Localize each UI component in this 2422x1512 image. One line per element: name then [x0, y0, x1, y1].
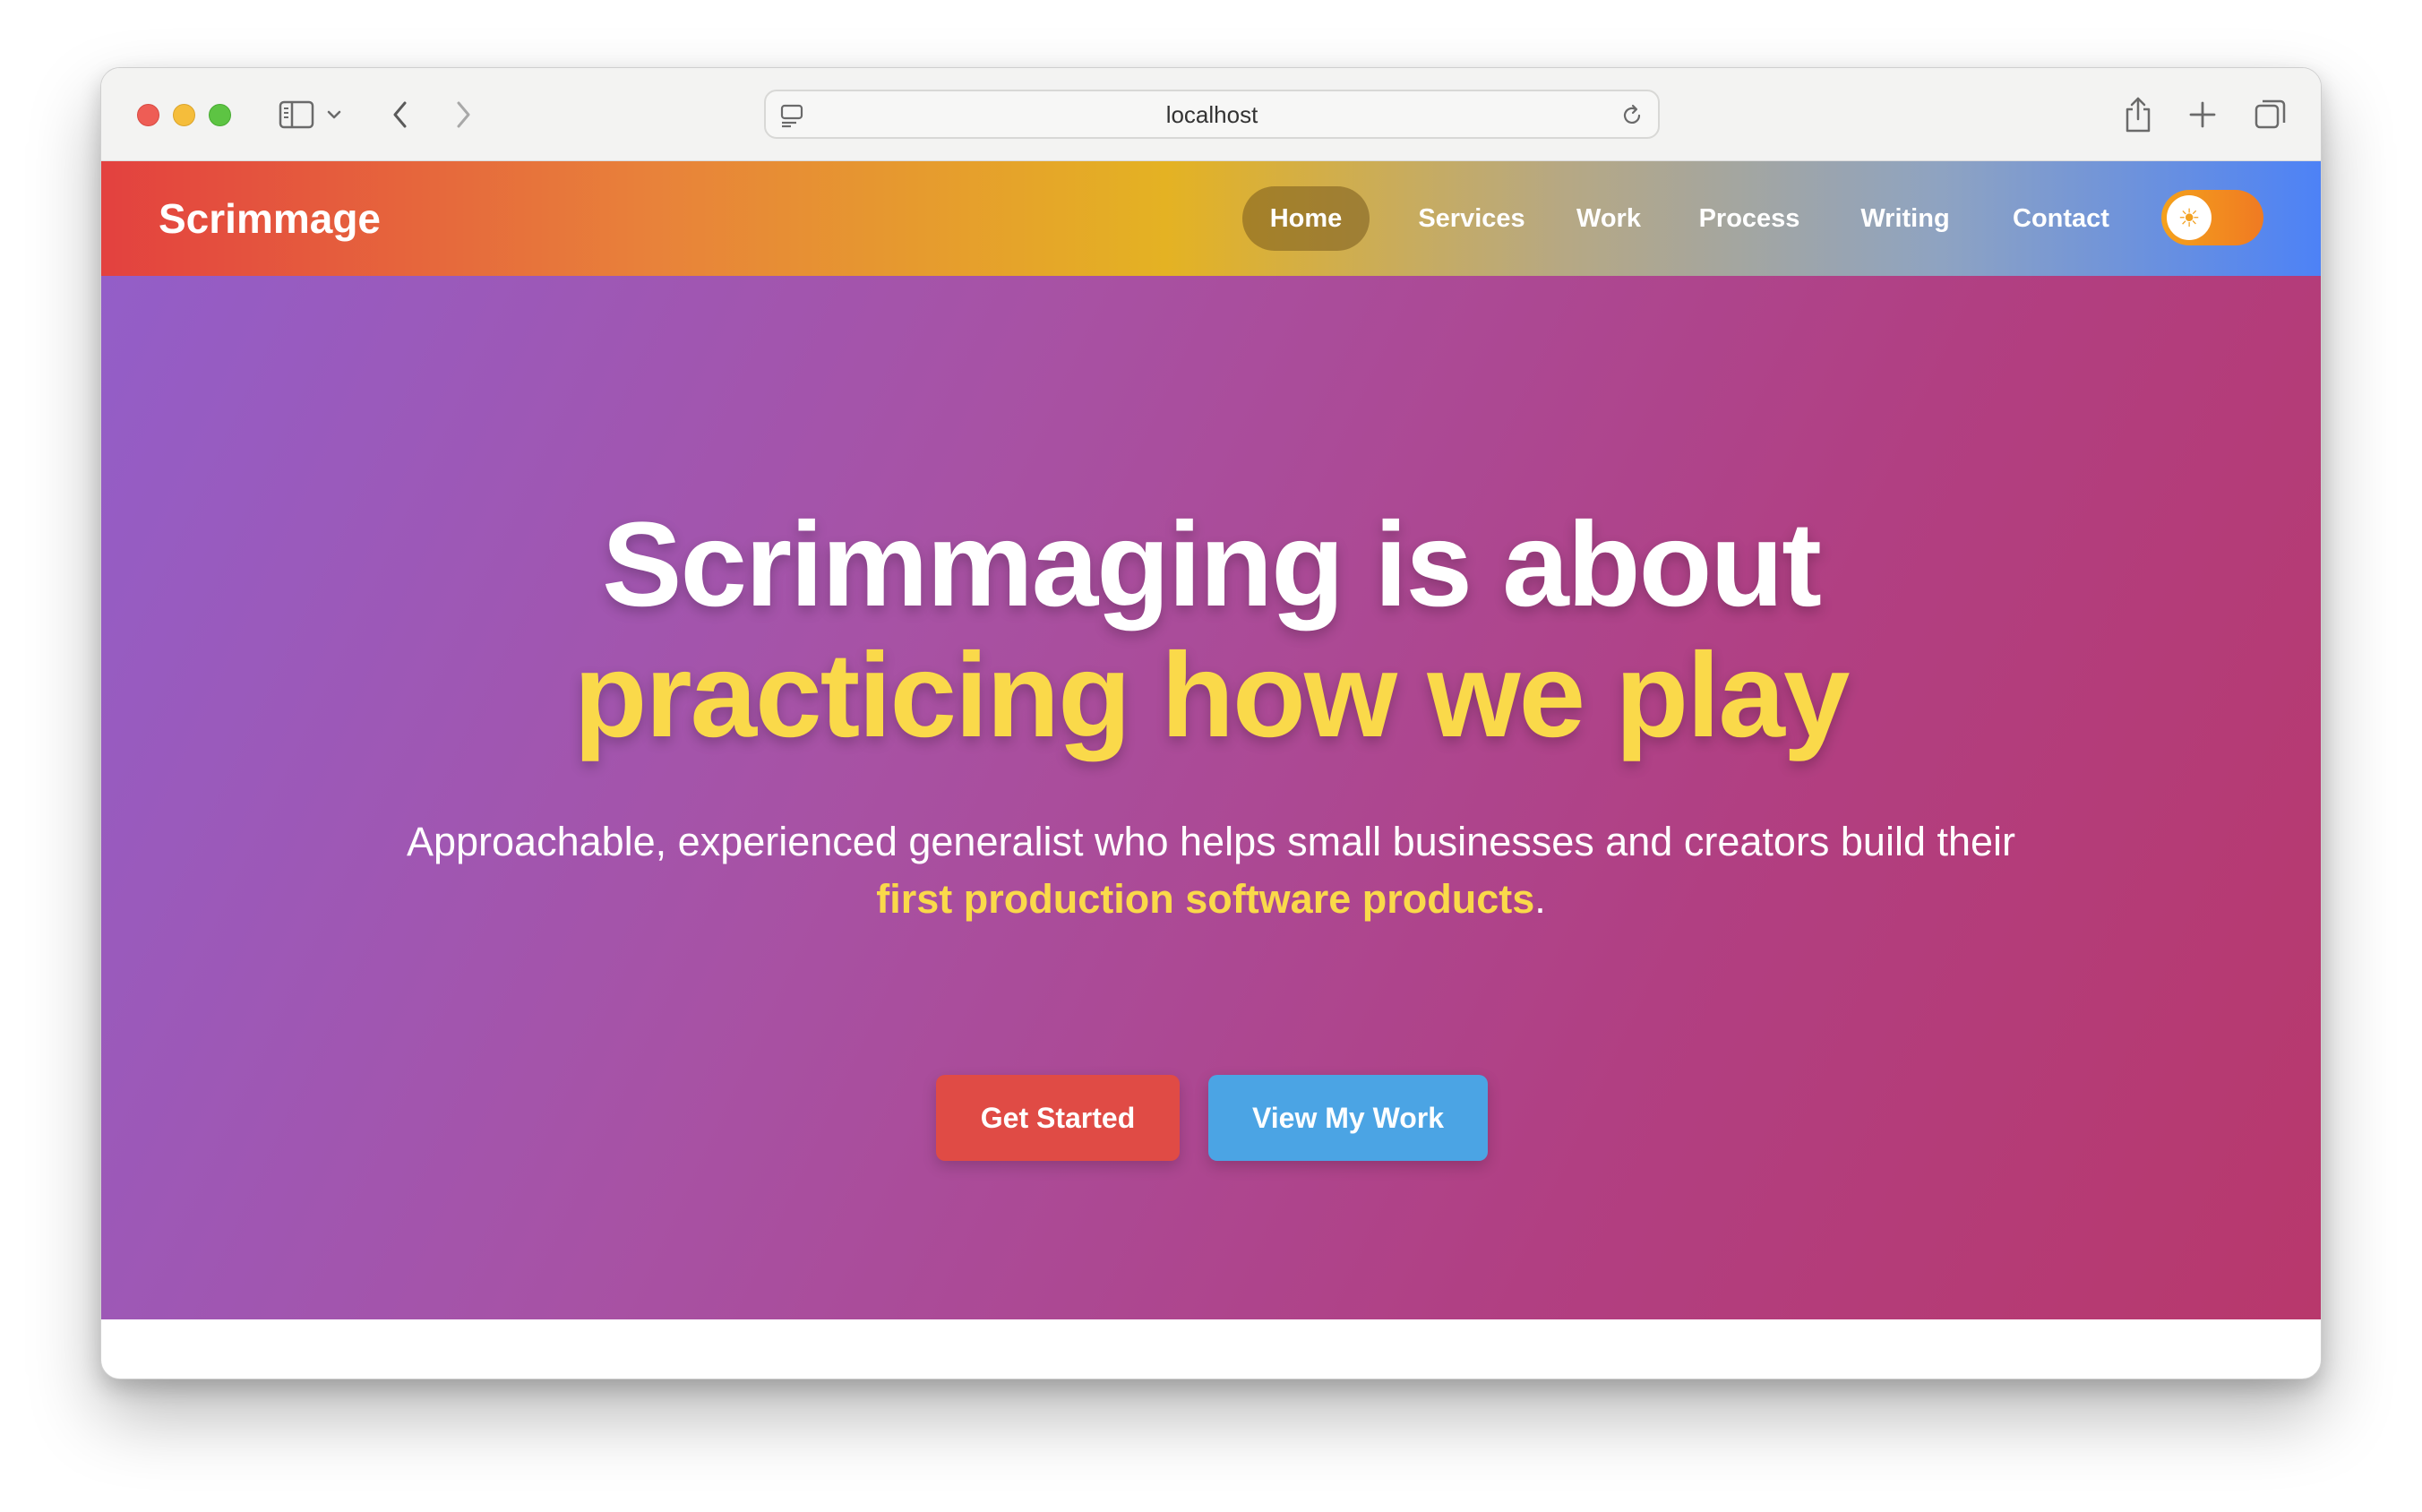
- hero-title: Scrimmaging is about practicing how we p…: [101, 500, 2321, 761]
- close-window-button[interactable]: [137, 104, 159, 126]
- address-bar[interactable]: localhost: [764, 90, 1660, 139]
- hero-subtitle: Approachable, experienced generalist who…: [406, 813, 2016, 928]
- get-started-button[interactable]: Get Started: [936, 1075, 1180, 1161]
- browser-toolbar: localhost: [101, 68, 2321, 161]
- chevron-right-icon[interactable]: [440, 91, 486, 138]
- hero-subtitle-highlight: first production software products: [876, 876, 1535, 922]
- sun-icon: ☀: [2167, 195, 2212, 240]
- hero-subtitle-period: .: [1534, 876, 1546, 922]
- nav-services[interactable]: Services: [1391, 186, 1552, 251]
- nav-home[interactable]: Home: [1242, 186, 1370, 251]
- view-my-work-button[interactable]: View My Work: [1208, 1075, 1488, 1161]
- hero-title-line2: practicing how we play: [573, 629, 1851, 762]
- nav-work[interactable]: Work: [1559, 186, 1658, 251]
- nav-writing[interactable]: Writing: [1835, 186, 1975, 251]
- plus-icon[interactable]: [2179, 91, 2226, 138]
- browser-window: localhost Scrimmage Home Services Work P…: [100, 67, 2322, 1379]
- nav-process[interactable]: Process: [1678, 186, 1821, 251]
- zoom-window-button[interactable]: [209, 104, 231, 126]
- hero-title-line1: Scrimmaging is about: [602, 498, 1822, 631]
- chevron-left-icon[interactable]: [377, 91, 424, 138]
- theme-toggle[interactable]: ☀: [2161, 190, 2263, 245]
- sidebar-icon[interactable]: [273, 91, 320, 138]
- share-icon[interactable]: [2115, 91, 2161, 138]
- hero-section: Scrimmaging is about practicing how we p…: [101, 276, 2321, 1319]
- url-text[interactable]: localhost: [766, 91, 1658, 141]
- hero-subtitle-text: Approachable, experienced generalist who…: [406, 819, 2016, 864]
- tabs-overview-icon[interactable]: [2247, 91, 2294, 138]
- minimize-window-button[interactable]: [173, 104, 195, 126]
- site-logo[interactable]: Scrimmage: [159, 161, 381, 276]
- nav-contact[interactable]: Contact: [1989, 186, 2133, 251]
- reload-icon[interactable]: [1619, 102, 1645, 129]
- chevron-down-icon[interactable]: [320, 91, 348, 138]
- site-navbar: Scrimmage Home Services Work Process Wri…: [101, 161, 2321, 276]
